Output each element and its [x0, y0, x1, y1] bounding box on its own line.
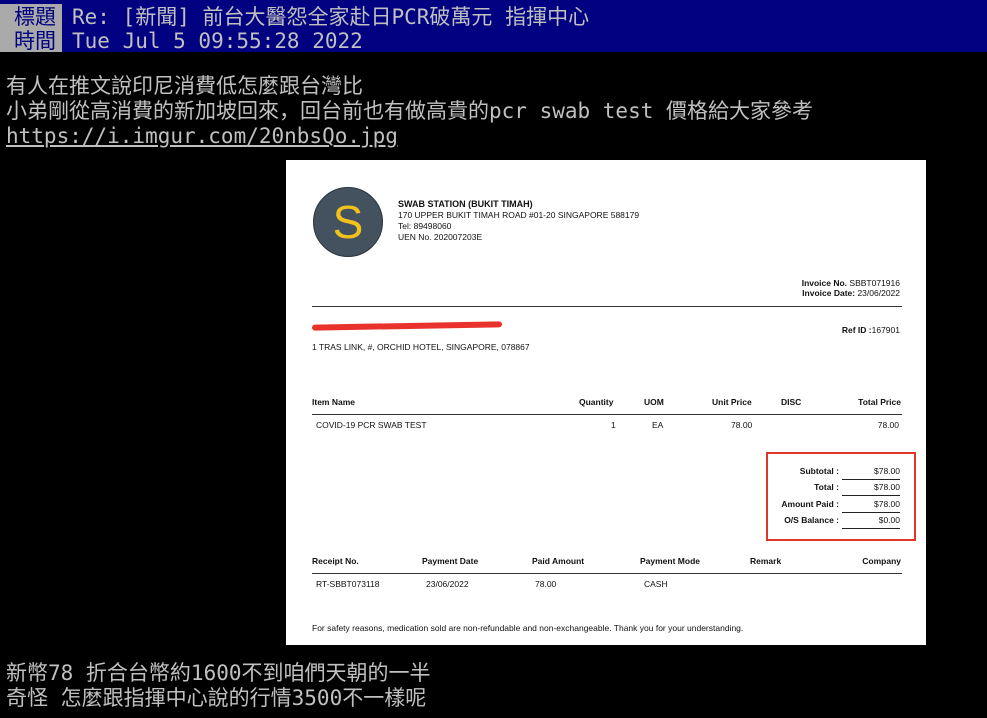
col-company: Company [862, 556, 901, 566]
item-name: COVID-19 PCR SWAB TEST [316, 420, 427, 430]
total-label: Total : [814, 482, 839, 492]
title-row: 標題 Re: [新聞] 前台大醫怨全家赴日PCR破萬元 指揮中心 [0, 4, 589, 30]
col-receipt-no: Receipt No. [312, 556, 359, 566]
divider [312, 573, 902, 574]
company-logo: S [313, 187, 383, 257]
ref-id: Ref ID :167901 [842, 325, 900, 335]
balance-label: O/S Balance : [784, 515, 839, 525]
col-quantity: Quantity [579, 397, 614, 407]
invoice-date-label: Invoice Date: [802, 288, 856, 298]
customer-address: 1 TRAS LINK, #, ORCHID HOTEL, SINGAPORE,… [312, 342, 530, 352]
invoice-date: 23/06/2022 [857, 288, 900, 298]
post-line: 奇怪 怎麼跟指揮中心說的行情3500不一樣呢 [6, 686, 427, 710]
col-total-price: Total Price [858, 397, 901, 407]
invoice-no-label: Invoice No. [801, 278, 848, 288]
paid-amount: 78.00 [535, 579, 557, 589]
col-disc: DISC [781, 397, 802, 407]
payment-date: 23/06/2022 [426, 579, 469, 589]
logo-letter: S [332, 196, 364, 248]
divider [842, 495, 900, 496]
divider [312, 414, 902, 415]
post-line: 有人在推文說印尼消費低怎麼跟台灣比 [6, 74, 363, 98]
col-item-name: Item Name [312, 397, 355, 407]
amount-paid-value: $78.00 [874, 499, 900, 509]
balance-value: $0.00 [878, 515, 900, 525]
company-tel: Tel: 89498060 [398, 221, 452, 231]
divider [842, 512, 900, 513]
subtotal-label: Subtotal : [799, 466, 839, 476]
time-key: 時間 [0, 28, 62, 52]
col-paid-amount: Paid Amount [532, 556, 585, 566]
post-line: 新幣78 折合台幣約1600不到咱們天朝的一半 [6, 661, 431, 685]
image-link[interactable]: https://i.imgur.com/20nbsQo.jpg [6, 124, 398, 148]
item-qty: 1 [611, 420, 616, 430]
item-total: 78.00 [877, 420, 899, 430]
company-address: 170 UPPER BUKIT TIMAH ROAD #01-20 SINGAP… [398, 210, 640, 220]
company-info: SWAB STATION (BUKIT TIMAH) 170 UPPER BUK… [398, 199, 639, 243]
invoice-footnote: For safety reasons, medication sold are … [312, 623, 744, 633]
time-value: Tue Jul 5 09:55:28 2022 [72, 29, 363, 52]
receipt-no: RT-SBBT073118 [316, 579, 380, 589]
divider [312, 306, 902, 307]
item-uom: EA [652, 420, 664, 430]
time-row: 時間 Tue Jul 5 09:55:28 2022 [0, 28, 363, 52]
payment-mode: CASH [644, 579, 668, 589]
amount-paid-label: Amount Paid : [781, 499, 839, 509]
ref-label: Ref ID : [841, 325, 872, 335]
col-uom: UOM [644, 397, 664, 407]
item-unit-price: 78.00 [731, 420, 753, 430]
total-value: $78.00 [874, 482, 900, 492]
col-unit-price: Unit Price [712, 397, 752, 407]
col-remark: Remark [750, 556, 782, 566]
ref-value: 167901 [871, 325, 900, 335]
divider [842, 528, 900, 529]
invoice-image: S SWAB STATION (BUKIT TIMAH) 170 UPPER B… [286, 160, 926, 645]
invoice-no: SBBT071916 [849, 278, 900, 288]
subtotal-value: $78.00 [874, 466, 900, 476]
redacted-name-mark [311, 321, 503, 331]
company-name: SWAB STATION (BUKIT TIMAH) [398, 199, 533, 209]
col-payment-date: Payment Date [422, 556, 479, 566]
company-uen: UEN No. 202007203E [398, 232, 483, 242]
article-header: 標題 Re: [新聞] 前台大醫怨全家赴日PCR破萬元 指揮中心 時間 Tue Ju… [0, 0, 987, 52]
title-value: Re: [新聞] 前台大醫怨全家赴日PCR破萬元 指揮中心 [72, 5, 590, 29]
divider [842, 479, 900, 480]
post-line: 小弟剛從高消費的新加坡回來，回台前也有做高貴的pcr swab test 價格給… [6, 99, 814, 123]
title-key: 標題 [0, 4, 62, 30]
invoice-meta: Invoice No. SBBT071916 Invoice Date: 23/… [802, 278, 900, 298]
col-payment-mode: Payment Mode [640, 556, 700, 566]
